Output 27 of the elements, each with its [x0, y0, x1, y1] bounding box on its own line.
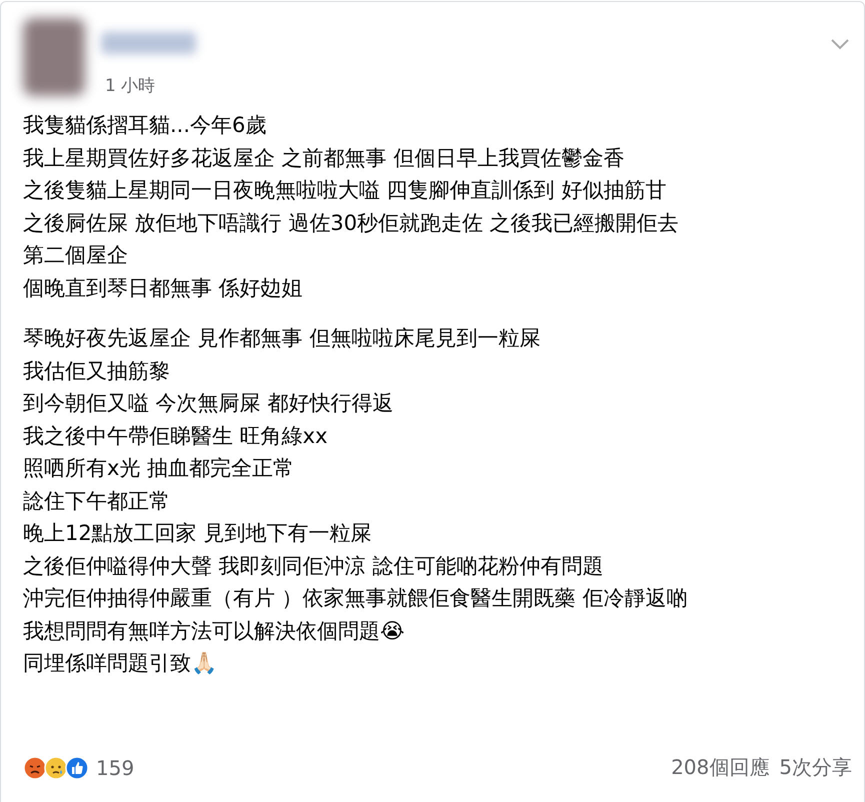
- post-text-line: 晚上12點放工回家 見到地下有一粒屎: [23, 520, 372, 547]
- post-text-line: 我隻貓係摺耳貓...今年6歲: [23, 112, 266, 139]
- chevron-down-icon[interactable]: [830, 38, 850, 50]
- post-text-line: 照哂所有x光 抽血都完全正常: [23, 455, 294, 482]
- post-text-line: 之後隻貓上星期同一日夜晚無啦啦大嗌 四隻腳伸直訓係到 好似抽筋甘: [23, 177, 666, 204]
- reaction-count[interactable]: 159: [96, 756, 134, 780]
- post-text-line: 之後佢仲嗌得仲大聲 我即刻同佢沖涼 諗住可能啲花粉仲有問題: [23, 552, 604, 580]
- post-text-line: 同埋係咩問題引致🙏🏻: [23, 650, 217, 677]
- post-text-line: 之後屙佐屎 放佢地下唔識行 過佐30秒佢就跑走佐 之後我已經搬開佢去: [23, 210, 679, 236]
- avatar-placeholder[interactable]: [23, 18, 85, 96]
- post-text-line: 琴晚好夜先返屋企 見作都無事 但無啦啦床尾見到一粒屎: [23, 325, 540, 352]
- post-text-line: 我上星期買佐好多花返屋企 之前都無事 但個日早上我買佐鬱金香: [23, 144, 624, 172]
- share-count[interactable]: 5次分享: [779, 755, 852, 779]
- post-text-line: 我之後中午帶佢睇醫生 旺角綠xx: [23, 422, 328, 450]
- post-time[interactable]: 1 小時: [105, 74, 814, 97]
- post-text-line: 個晚直到琴日都無事 係好攰姐: [23, 274, 303, 302]
- sad-face-icon: [44, 756, 68, 780]
- post-text-line: 我想問問有無咩方法可以解決依個問題😭: [23, 618, 405, 644]
- comment-count[interactable]: 208個回應: [671, 755, 770, 779]
- blurred-name[interactable]: [101, 32, 196, 54]
- angry-face-icon: [23, 756, 47, 780]
- post-text-line: 第二個屋企: [23, 242, 128, 269]
- post-text-line: 我估佢又抽筋黎: [23, 358, 170, 384]
- post-text-line: 到今朝佢又嗌 今次無屙屎 都好快行得返: [23, 390, 394, 417]
- post-text-line: 沖完佢仲抽得仲嚴重（有片 ）依家無事就餵佢食醫生開既藥 佢冷靜返啲: [23, 585, 688, 612]
- post-text-line: 諗住下午都正常: [23, 488, 170, 514]
- thumbs-up-icon: [65, 756, 89, 780]
